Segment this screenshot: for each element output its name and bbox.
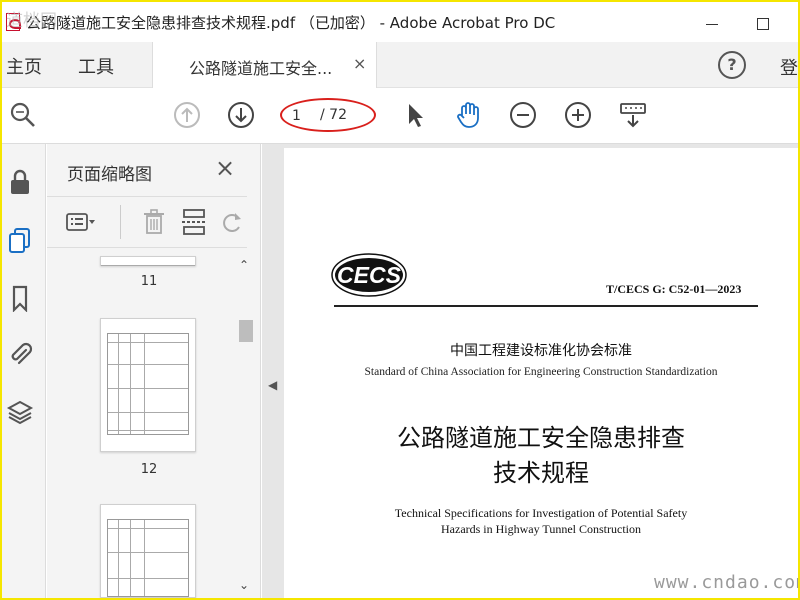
- doc-title-en-line1: Technical Specifications for Investigati…: [394, 506, 688, 520]
- minimize-button[interactable]: [692, 8, 732, 38]
- close-tab-icon[interactable]: ×: [353, 54, 366, 73]
- thumbnail-scrollbar[interactable]: ⌃ ⌄: [235, 258, 255, 598]
- doc-title-en-line2: Hazards in Highway Tunnel Construction: [441, 522, 641, 536]
- thumbnail-table: [107, 519, 189, 597]
- scroll-down-icon[interactable]: ⌄: [239, 578, 249, 592]
- thumbnail-label-11: 11: [140, 274, 158, 289]
- attachment-icon[interactable]: [6, 340, 34, 368]
- thumbnail-row: [108, 388, 188, 389]
- thumbnail-page-13[interactable]: [100, 504, 196, 598]
- maximize-button[interactable]: [742, 8, 782, 38]
- header-rule: [334, 305, 758, 307]
- menu-bar: 主页 工具 公路隧道施工安全... × ? 登: [2, 42, 798, 88]
- next-page-icon[interactable]: [226, 100, 256, 130]
- hand-tool-icon[interactable]: [454, 100, 484, 130]
- thumbnail-row: [108, 412, 188, 413]
- main-toolbar: / 72: [2, 88, 798, 144]
- tab-tools[interactable]: 工具: [78, 53, 114, 79]
- page-thumbnails-icon[interactable]: [6, 226, 34, 254]
- pdf-page: CECS T/CECS G: C52-01—2023 中国工程建设标准化协会标准…: [284, 148, 798, 598]
- doc-title-cn-line2: 技术规程: [493, 459, 589, 487]
- thumbnail-row: [108, 552, 188, 553]
- thumbnail-table: [107, 333, 189, 435]
- panel-title: 页面缩略图: [67, 165, 152, 185]
- thumbnail-page-11[interactable]: [100, 256, 196, 266]
- org-name-cn: 中国工程建设标准化协会标准: [450, 343, 632, 359]
- page-thumbnails-panel: 页面缩略图 × 11 12 ⌃ ⌄: [47, 144, 261, 598]
- login-button[interactable]: 登: [780, 54, 798, 80]
- title-bar: 公路隧道施工安全隐患排查技术规程.pdf （已加密） - Adobe Acrob…: [2, 2, 798, 42]
- toolbar-divider: [120, 205, 121, 239]
- thumbnail-col: [130, 334, 131, 434]
- watermark-top-left: 道档网: [6, 11, 57, 31]
- bookmark-icon[interactable]: [6, 284, 34, 313]
- thumbnail-row: [108, 364, 188, 365]
- tab-home[interactable]: 主页: [6, 53, 42, 79]
- delete-page-icon[interactable]: [139, 207, 169, 237]
- thumbnail-row: [108, 342, 188, 343]
- window-title: 公路隧道施工安全隐患排查技术规程.pdf （已加密） - Adobe Acrob…: [26, 14, 556, 32]
- standard-code: T/CECS G: C52-01—2023: [606, 282, 742, 296]
- document-tab[interactable]: 公路隧道施工安全... ×: [152, 42, 377, 88]
- thumbnail-options-icon[interactable]: [65, 207, 95, 237]
- cecs-logo: CECS: [330, 252, 408, 298]
- thumbnail-col: [130, 520, 131, 596]
- document-tab-label: 公路隧道施工安全...: [189, 59, 333, 78]
- thumbnail-row: [108, 430, 188, 431]
- rotate-page-icon[interactable]: [217, 207, 247, 237]
- thumbnail-row: [108, 528, 188, 529]
- scroll-up-icon[interactable]: ⌃: [239, 258, 249, 272]
- watermark-bottom-right: www.cndao.com: [654, 572, 798, 593]
- doc-title-cn-line1: 公路隧道施工安全隐患排查: [397, 424, 685, 452]
- select-arrow-icon[interactable]: [400, 100, 430, 130]
- panel-toolbar: [47, 196, 247, 248]
- thumbnail-col: [118, 520, 119, 596]
- thumbnail-row: [108, 578, 188, 579]
- thumbnail-rule: [101, 265, 195, 266]
- svg-text:CECS: CECS: [337, 262, 402, 288]
- thumbnail-label-12: 12: [140, 462, 158, 477]
- thumbnail-col: [144, 334, 145, 434]
- thumbnail-page-12[interactable]: [100, 318, 196, 452]
- lock-icon[interactable]: [6, 168, 34, 196]
- thumbnail-col: [118, 334, 119, 434]
- annotation-highlight-oval: [280, 98, 376, 132]
- keyboard-scroll-icon[interactable]: [618, 100, 648, 130]
- scrollbar-thumb[interactable]: [239, 320, 253, 342]
- app-window: 公路隧道施工安全隐患排查技术规程.pdf （已加密） - Adobe Acrob…: [2, 2, 798, 598]
- zoom-in-icon[interactable]: [563, 100, 593, 130]
- search-zoom-icon[interactable]: [8, 100, 38, 130]
- collapse-panel-icon[interactable]: ◀: [268, 378, 277, 392]
- help-icon[interactable]: ?: [718, 51, 746, 79]
- prev-page-icon[interactable]: [172, 100, 202, 130]
- close-panel-icon[interactable]: ×: [215, 154, 235, 182]
- org-name-en: Standard of China Association for Engine…: [364, 366, 718, 378]
- document-viewport: CECS T/CECS G: C52-01—2023 中国工程建设标准化协会标准…: [262, 144, 798, 598]
- zoom-out-icon[interactable]: [508, 100, 538, 130]
- layers-icon[interactable]: [6, 398, 34, 426]
- thumbnail-col: [144, 520, 145, 596]
- insert-page-icon[interactable]: [179, 207, 209, 237]
- left-tool-rail: [2, 144, 46, 598]
